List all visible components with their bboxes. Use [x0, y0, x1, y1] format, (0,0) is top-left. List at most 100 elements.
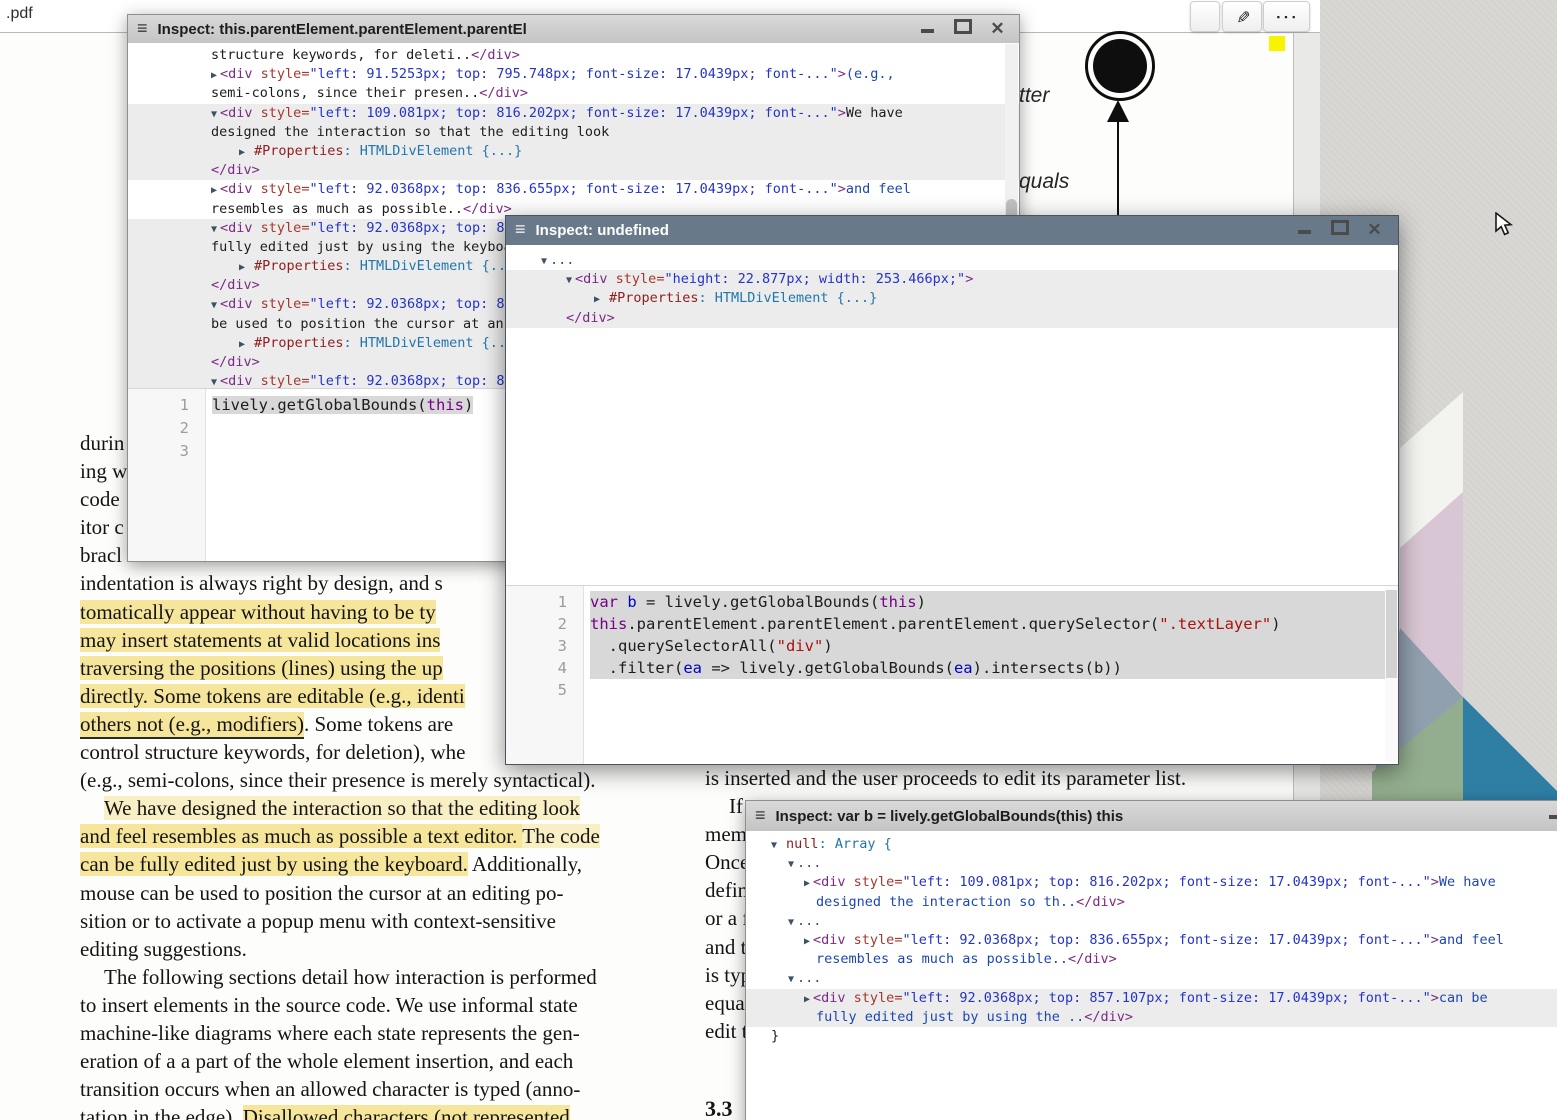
tree-row[interactable]: semi-colons, since their presen..</div>: [128, 84, 1019, 103]
tree-token: fully edited just by using the ..: [816, 1009, 1084, 1025]
code-line[interactable]: [590, 679, 1398, 701]
figure-edge-label-bottom: quals: [1019, 170, 1069, 194]
tree-token: : HTMLDivElement {...}: [698, 290, 877, 306]
tree-token: <div: [813, 990, 846, 1006]
highlighted-text: tomatically appear without having to be …: [80, 600, 436, 624]
tree-row[interactable]: ▼...: [506, 251, 1398, 270]
tree-row[interactable]: ▼<div style="left: 109.081px; top: 816.2…: [128, 104, 1019, 123]
final-state-circle: [1085, 31, 1155, 101]
tree-row[interactable]: resembles as much as possible..</div>: [746, 950, 1557, 969]
inspection-result-tree[interactable]: ▼ null: Array {▼...▶<div style="left: 10…: [746, 831, 1557, 1120]
tree-row[interactable]: ▼...: [746, 854, 1557, 873]
tree-row[interactable]: ▼...: [746, 912, 1557, 931]
code-line[interactable]: .querySelectorAll("div"): [590, 635, 1398, 657]
figure-edge-label-top: tter: [1019, 84, 1049, 108]
close-button[interactable]: ✕: [988, 19, 1007, 39]
highlighted-text: can be fully edited just by using the ke…: [80, 852, 468, 876]
code-token: ): [1271, 615, 1280, 633]
inspector-window-3: ≡ Inspect: var b = lively.getGlobalBound…: [745, 800, 1557, 1120]
more-options-button[interactable]: ▪ ▪ ▪: [1263, 1, 1310, 32]
tree-row[interactable]: ▼ null: Array {: [746, 835, 1557, 854]
dom-tree-view[interactable]: ▼...▼<div style="height: 22.877px; width…: [506, 245, 1398, 592]
code-line[interactable]: .filter(ea => lively.getGlobalBounds(ea)…: [590, 657, 1398, 679]
disclosure-triangle-icon: ▶: [211, 70, 220, 81]
tree-row[interactable]: ▶<div style="left: 109.081px; top: 816.2…: [746, 873, 1557, 892]
tree-token: }: [771, 1028, 779, 1044]
code-line[interactable]: var b = lively.getGlobalBounds(this): [590, 591, 1398, 613]
edit-annotation-button[interactable]: ✎: [1222, 1, 1262, 32]
tree-token: ...: [797, 970, 821, 986]
tree-row[interactable]: </div>: [506, 309, 1398, 328]
pdf-text: equal: [705, 991, 750, 1015]
code-token: ea: [954, 659, 973, 677]
tree-row[interactable]: ▶<div style="left: 92.0368px; top: 836.6…: [128, 180, 1019, 199]
pdf-text: Additionally,: [468, 852, 582, 876]
maximize-button[interactable]: [1330, 220, 1349, 240]
section-number: 3.3: [705, 1096, 733, 1120]
tree-token: "left: 91.5253px; top: 795.748px; font-s…: [309, 66, 837, 82]
disclosure-triangle-icon: ▼: [788, 974, 797, 985]
pdf-filename: .pdf: [6, 5, 33, 23]
code-token: b: [618, 593, 637, 611]
window-titlebar[interactable]: ≡ Inspect: this.parentElement.parentElem…: [128, 15, 1019, 44]
close-button[interactable]: ✕: [1365, 220, 1384, 240]
tree-token: >: [838, 66, 846, 82]
disclosure-triangle-icon: ▶: [804, 936, 813, 947]
code-token: .parentElement.parentElement.parentEleme…: [627, 615, 1159, 633]
tree-token: and feel: [846, 181, 911, 197]
window-menu-icon[interactable]: ≡: [746, 805, 776, 828]
tree-row[interactable]: fully edited just by using the ..</div>: [746, 1008, 1557, 1027]
tree-token: style=: [253, 220, 310, 236]
screen: .pdf ✎ ▪ ▪ ▪ tter quals durining wcodeit…: [0, 0, 1557, 1120]
tree-token: style=: [253, 373, 310, 389]
window-titlebar[interactable]: ≡ Inspect: var b = lively.getGlobalBound…: [746, 801, 1557, 832]
window-titlebar[interactable]: ≡ Inspect: undefined: [506, 216, 1398, 246]
tree-row[interactable]: ▼...: [746, 969, 1557, 988]
minimize-button[interactable]: [1295, 221, 1314, 239]
tree-row[interactable]: designed the interaction so th..</div>: [746, 893, 1557, 912]
window-menu-icon[interactable]: ≡: [506, 219, 536, 242]
editor-scrollbar[interactable]: [1385, 586, 1398, 762]
toolbar-button-partial[interactable]: [1190, 1, 1220, 32]
highlighted-text: and feel resembles as much as possible a…: [80, 824, 522, 848]
annotation-handle[interactable]: [1269, 36, 1285, 51]
code-token: "div": [777, 637, 824, 655]
tree-token: We have: [1439, 874, 1496, 890]
code-editor[interactable]: 12345var b = lively.getGlobalBounds(this…: [506, 585, 1398, 764]
minimize-button[interactable]: [918, 20, 937, 38]
tree-row[interactable]: }: [746, 1027, 1557, 1046]
maximize-button[interactable]: [953, 19, 972, 39]
tree-row[interactable]: ▶<div style="left: 91.5253px; top: 795.7…: [128, 65, 1019, 84]
mouse-cursor: [1495, 212, 1516, 236]
pdf-text-line: tation in the edge). Disallowed characte…: [80, 1103, 672, 1120]
highlighted-text: The code: [522, 824, 600, 848]
pdf-text: mouse can be used to position the cursor…: [80, 881, 563, 905]
tree-token: : HTMLDivElement {...}: [343, 258, 522, 274]
scrollbar-thumb[interactable]: [1386, 590, 1397, 678]
tree-row[interactable]: ▶ #Properties: HTMLDivElement {...}: [506, 289, 1398, 308]
code-line[interactable]: this.parentElement.parentElement.parentE…: [590, 613, 1398, 635]
line-number: 3: [128, 440, 189, 463]
pdf-text: control structure keywords, for deletion…: [80, 740, 465, 764]
minimize-button[interactable]: [1546, 806, 1557, 824]
line-number: 1: [128, 394, 189, 417]
tree-row[interactable]: ▶<div style="left: 92.0368px; top: 836.6…: [746, 931, 1557, 950]
pdf-text: mem: [705, 822, 747, 846]
tree-row[interactable]: designed the interaction so that the edi…: [128, 123, 1019, 142]
pdf-text: tation in the edge).: [80, 1105, 243, 1120]
pdf-text: is inserted and the user proceeds to edi…: [705, 766, 1186, 790]
tree-token: #Properties: [254, 143, 343, 159]
pdf-text: itor c: [80, 515, 124, 539]
window-menu-icon[interactable]: ≡: [128, 18, 158, 41]
tree-row[interactable]: ▶<div style="left: 92.0368px; top: 857.1…: [746, 989, 1557, 1008]
tree-row[interactable]: ▼<div style="height: 22.877px; width: 25…: [506, 270, 1398, 289]
tree-row[interactable]: </div>: [128, 161, 1019, 180]
line-number: 1: [506, 591, 567, 613]
code-area[interactable]: var b = lively.getGlobalBounds(this)this…: [584, 586, 1398, 764]
pdf-text: sition or to activate a popup menu with …: [80, 909, 556, 933]
tree-row[interactable]: structure keywords, for deleti..</div>: [128, 46, 1019, 65]
pdf-text: indentation is always right by design, a…: [80, 571, 443, 595]
disclosure-triangle-icon: ▼: [788, 917, 797, 928]
tree-row[interactable]: ▶ #Properties: HTMLDivElement {...}: [128, 142, 1019, 161]
tree-token: #Properties: [254, 258, 343, 274]
